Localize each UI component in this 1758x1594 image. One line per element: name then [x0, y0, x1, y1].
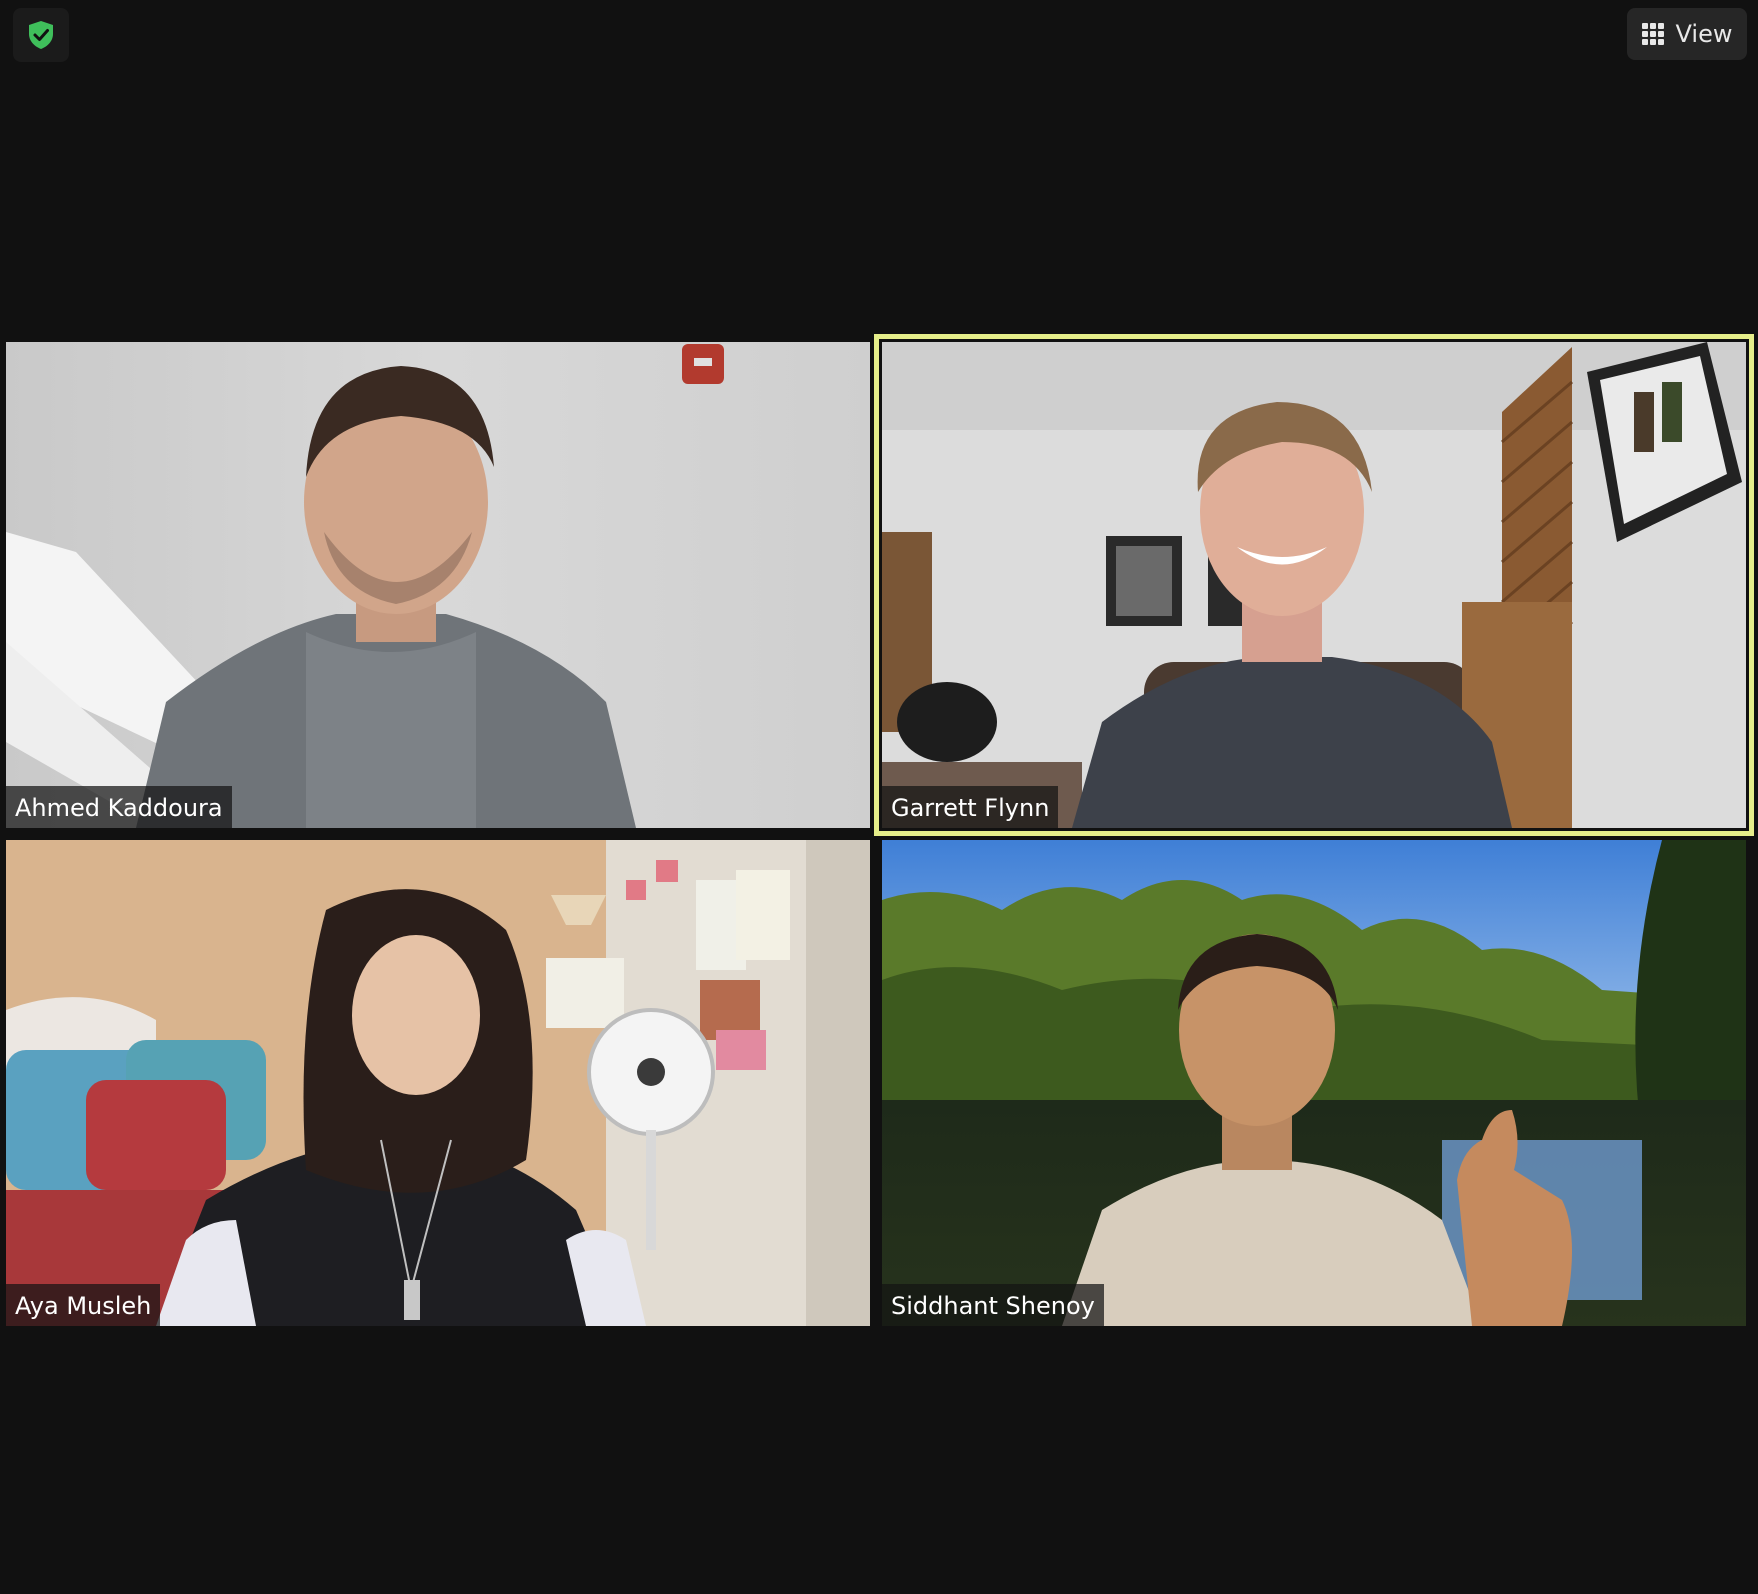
video-tile-siddhant-shenoy[interactable]: Siddhant Shenoy [882, 840, 1746, 1326]
video-tile-garrett-flynn[interactable]: Garrett Flynn [882, 342, 1746, 828]
shield-check-icon [29, 21, 53, 49]
participant-name-tag: Aya Musleh [6, 1284, 161, 1326]
view-button[interactable]: View [1627, 8, 1747, 60]
security-badge[interactable] [13, 8, 69, 62]
participant-name-tag: Ahmed Kaddoura [6, 786, 232, 828]
participant-video [6, 342, 870, 828]
view-button-label: View [1675, 20, 1733, 48]
video-tile-ahmed-kaddoura[interactable]: Ahmed Kaddoura [6, 342, 870, 828]
participant-name-tag: Garrett Flynn [882, 786, 1059, 828]
meeting-window: View Ahmed Kaddoura Garrett Flynn Aya Mu… [0, 0, 1758, 1594]
participant-video [882, 342, 1746, 828]
participant-video [882, 840, 1746, 1326]
participant-name-tag: Siddhant Shenoy [882, 1284, 1104, 1326]
grid-icon [1641, 23, 1664, 45]
participant-video [6, 840, 870, 1326]
video-tile-aya-musleh[interactable]: Aya Musleh [6, 840, 870, 1326]
